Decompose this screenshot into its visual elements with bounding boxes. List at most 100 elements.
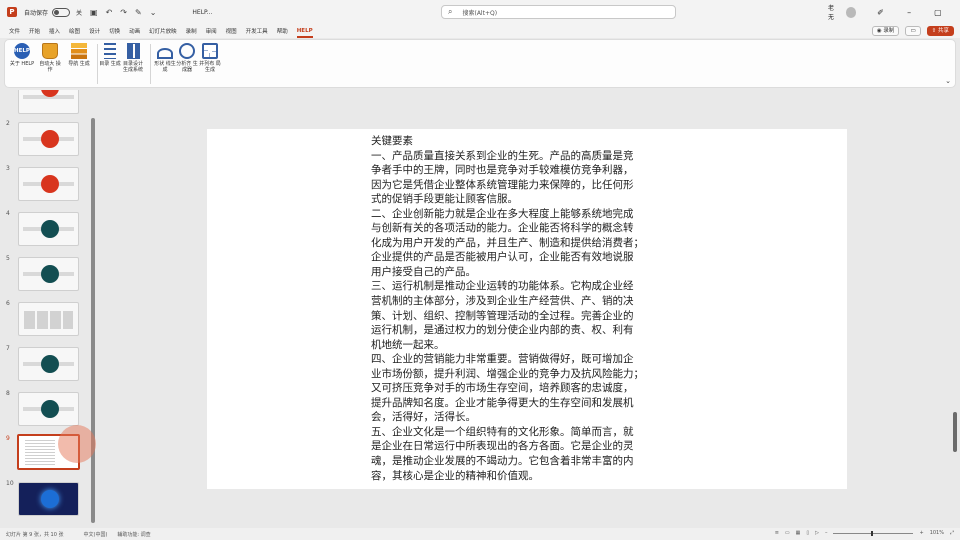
menu-draw[interactable]: 绘图 bbox=[69, 27, 80, 35]
ribbon-label: 目录设计 生成系统 bbox=[122, 61, 143, 73]
file-name[interactable]: HELP... bbox=[192, 9, 212, 16]
menu-bar: 文件 开始 插入 绘图 设计 切换 动画 幻灯片放映 录制 审阅 视图 开发工具… bbox=[0, 24, 960, 38]
pen-icon[interactable]: ✐ bbox=[866, 8, 895, 17]
comments-button[interactable]: ▭ bbox=[905, 26, 921, 36]
ribbon-label: 导航 生成 bbox=[68, 61, 90, 67]
format-painter-icon[interactable]: ✎ bbox=[135, 8, 142, 17]
slideshow-icon[interactable]: ▷ bbox=[815, 530, 819, 536]
ribbon-collapse-icon[interactable]: ⌄ bbox=[945, 77, 951, 85]
menu-help-addin[interactable]: HELP bbox=[296, 28, 313, 38]
ribbon-label: 自动大 操作 bbox=[39, 61, 61, 73]
close-icon[interactable]: ✕ bbox=[952, 8, 960, 17]
slide-text-line: 提升品牌知名度。企业才能争得更大的生存空间和发展机 bbox=[371, 396, 634, 409]
auto-operate-button[interactable]: 自动大 操作 bbox=[37, 43, 63, 73]
slide-text-line: 容，其核心是企业的精神和价值观。 bbox=[371, 469, 539, 482]
accessibility-status[interactable]: 辅助功能: 调查 bbox=[117, 531, 150, 538]
menu-view[interactable]: 视图 bbox=[226, 27, 237, 35]
slide-text-line: 五、企业文化是一个组织特有的文化形象。简单而言，就 bbox=[371, 425, 634, 438]
menu-file[interactable]: 文件 bbox=[9, 27, 20, 35]
slide-number: 7 bbox=[6, 345, 10, 352]
editor-scrollbar[interactable] bbox=[953, 412, 957, 452]
menu-animations[interactable]: 动画 bbox=[129, 27, 140, 35]
slide-thumbnail-1[interactable] bbox=[18, 90, 79, 114]
slide-thumbnail-8[interactable] bbox=[18, 392, 79, 426]
zoom-level[interactable]: 101% bbox=[930, 530, 944, 536]
minimize-icon[interactable]: – bbox=[895, 8, 924, 17]
slide-thumbnail-6[interactable] bbox=[18, 302, 79, 336]
slide-thumbnail-5[interactable] bbox=[18, 257, 79, 291]
search-input[interactable]: ⌕ 搜索(Alt+Q) bbox=[441, 5, 676, 19]
slide-text-line: 用户接受自己的产品。 bbox=[371, 265, 476, 278]
record-button[interactable]: ◉ 录制 bbox=[871, 26, 900, 36]
fit-slide-icon[interactable]: ⤢ bbox=[950, 530, 954, 536]
menu-insert[interactable]: 插入 bbox=[49, 27, 60, 35]
menu-transitions[interactable]: 切换 bbox=[109, 27, 120, 35]
slide-number: 5 bbox=[6, 255, 10, 262]
slide-number: 2 bbox=[6, 120, 10, 127]
ribbon: HELP 关于 HELP 自动大 操作 导航 生成 目录 生成 目录设计 生成系… bbox=[4, 39, 956, 88]
cup-icon bbox=[42, 43, 58, 59]
menu-design[interactable]: 设计 bbox=[89, 27, 100, 35]
notes-icon[interactable]: ≡ bbox=[775, 530, 779, 536]
status-bar: 幻灯片 第 9 张，共 10 张 中文(中国) 辅助功能: 调查 ≡ ▭ ▦ ▯… bbox=[0, 528, 960, 540]
slide-number: 10 bbox=[6, 480, 14, 487]
zoom-in-icon[interactable]: + bbox=[919, 530, 923, 536]
autosave-toggle[interactable] bbox=[52, 7, 71, 17]
zoom-slider[interactable] bbox=[833, 530, 914, 536]
status-right: ≡ ▭ ▦ ▯ ▷ – + 101% ⤢ bbox=[775, 530, 954, 536]
ribbon-label: 关于 HELP bbox=[9, 61, 35, 67]
slide-thumbnail-10[interactable] bbox=[18, 482, 79, 516]
account-area[interactable]: 老无 ✐ – ▢ ✕ bbox=[828, 0, 960, 24]
help-icon: HELP bbox=[14, 43, 30, 59]
menu-home[interactable]: 开始 bbox=[29, 27, 40, 35]
slide-thumbnail-3[interactable] bbox=[18, 167, 79, 201]
slide-text-line: 机地统一起来。 bbox=[371, 338, 445, 351]
slide-text-line: 又可挤压竞争对手的市场生存空间，培养顾客的忠诚度， bbox=[371, 382, 634, 395]
toc-design-button[interactable]: 目录设计 生成系统 bbox=[120, 43, 146, 73]
slide-text-line: 是企业在日常运行中所表现出的各方各面。它是企业的灵 bbox=[371, 440, 634, 453]
slide-number: 8 bbox=[6, 390, 10, 397]
share-button[interactable]: ⇧ 共享 bbox=[926, 26, 954, 36]
parallel-layout-button[interactable]: 并列布 局生成 bbox=[197, 43, 223, 73]
slide-text-line: 会，活得好，活得长。 bbox=[371, 411, 476, 424]
slide-thumbnail-7[interactable] bbox=[18, 347, 79, 381]
qat-more-icon[interactable]: ⌄ bbox=[150, 8, 157, 17]
nav-generate-button[interactable]: 导航 生成 bbox=[66, 43, 92, 67]
undo-icon[interactable]: ↶ bbox=[106, 8, 113, 17]
menu-record[interactable]: 录制 bbox=[186, 27, 197, 35]
slide-text-line: 四、企业的营销能力非常重要。营销做得好，既可增加企 bbox=[371, 353, 634, 366]
zoom-out-icon[interactable]: – bbox=[825, 530, 828, 536]
mouse-cursor-highlight bbox=[58, 425, 96, 463]
slide-thumbnail-4[interactable] bbox=[18, 212, 79, 246]
slide-text-line: 企业提供的产品是否能被用户认可，企业能否有效地说服 bbox=[371, 251, 634, 264]
reading-view-icon[interactable]: ▯ bbox=[806, 530, 809, 536]
slide-count: 幻灯片 第 9 张，共 10 张 bbox=[6, 531, 64, 538]
menu-slideshow[interactable]: 幻灯片放映 bbox=[149, 27, 177, 35]
slide-number: 9 bbox=[6, 435, 10, 442]
about-help-button[interactable]: HELP 关于 HELP bbox=[9, 43, 35, 67]
current-slide[interactable]: 关键要素 一、产品质量直接关系到企业的生死。产品的高质量是竞 争者手中的王牌，同… bbox=[207, 129, 847, 489]
thumbnail-scrollbar[interactable] bbox=[91, 118, 95, 523]
powerpoint-logo-icon: P bbox=[7, 7, 17, 17]
sorter-view-icon[interactable]: ▦ bbox=[796, 530, 801, 536]
save-icon[interactable]: ▣ bbox=[90, 8, 98, 17]
slide-number: 6 bbox=[6, 300, 10, 307]
language-status[interactable]: 中文(中国) bbox=[84, 531, 108, 538]
search-icon: ⌕ bbox=[448, 7, 453, 16]
normal-view-icon[interactable]: ▭ bbox=[785, 530, 790, 536]
slide-text-line: 一、产品质量直接关系到企业的生死。产品的高质量是竞 bbox=[371, 149, 634, 162]
slide-editor-area: 关键要素 一、产品质量直接关系到企业的生死。产品的高质量是竞 争者手中的王牌，同… bbox=[100, 90, 960, 527]
slide-text-line: 魂，是推动企业发展的不竭动力。它包含着非常丰富的内 bbox=[371, 455, 634, 468]
redo-icon[interactable]: ↷ bbox=[120, 8, 127, 17]
slide-text-box[interactable]: 关键要素 一、产品质量直接关系到企业的生死。产品的高质量是竞 争者手中的王牌，同… bbox=[371, 134, 683, 483]
maximize-icon[interactable]: ▢ bbox=[924, 8, 953, 17]
slide-text-line: 关键要素 bbox=[371, 135, 413, 147]
menu-review[interactable]: 审阅 bbox=[206, 27, 217, 35]
slide-text-line: 营机制的主体部分，涉及到企业生产经营供、产、销的决 bbox=[371, 295, 634, 308]
wave-icon bbox=[157, 48, 173, 59]
slide-thumbnail-2[interactable] bbox=[18, 122, 79, 156]
ribbon-separator bbox=[150, 44, 151, 84]
avatar[interactable] bbox=[845, 6, 857, 18]
menu-developer[interactable]: 开发工具 bbox=[246, 27, 268, 35]
menu-help[interactable]: 帮助 bbox=[277, 27, 288, 35]
